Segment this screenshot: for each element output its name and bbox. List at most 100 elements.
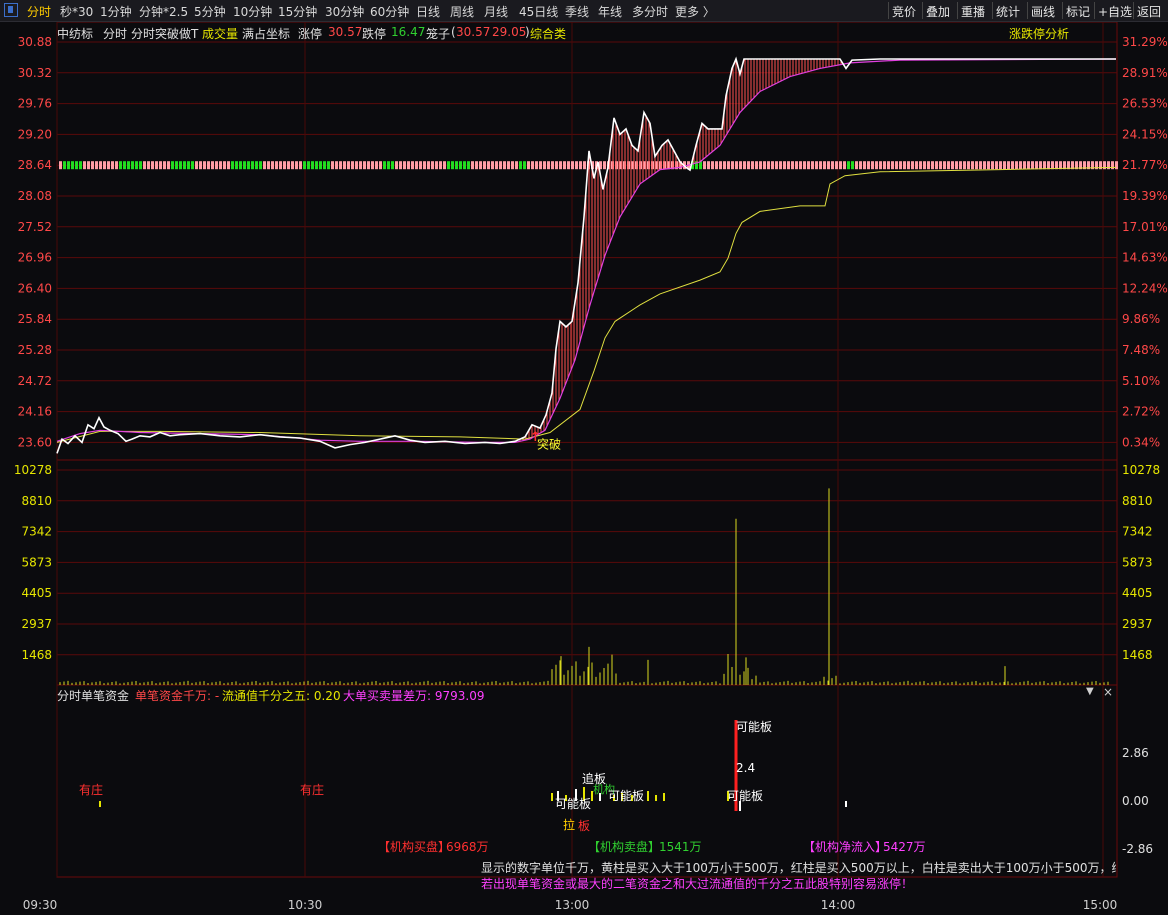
limit-band-tick — [823, 161, 826, 170]
limit-band-tick — [1019, 161, 1022, 170]
limit-band-tick — [883, 161, 886, 170]
period-tab[interactable]: 分时 — [27, 3, 51, 20]
cage-open-paren: ( — [451, 25, 456, 39]
limit-band-tick — [903, 161, 906, 170]
toolbar-button[interactable]: 画线 — [1031, 3, 1055, 20]
limit-band-tick — [963, 161, 966, 170]
period-tab[interactable]: 日线 — [416, 3, 440, 20]
fund-panel-item-2: 流通值千分之五: 0.20 — [222, 689, 341, 703]
limit-band-tick — [759, 161, 762, 170]
period-tab[interactable]: 月线 — [484, 3, 508, 20]
pct-tick-label: 5.10% — [1122, 374, 1160, 388]
indicator-name[interactable]: 分时 — [103, 25, 127, 42]
limit-band-tick — [559, 161, 562, 170]
limit-band-tick — [367, 161, 370, 170]
panel-close-icon[interactable]: × — [1103, 685, 1113, 699]
volume-tick-label-right: 5873 — [1122, 555, 1153, 569]
limit-band-tick — [123, 161, 126, 170]
inst-sell-value: 1541万 — [659, 840, 702, 854]
limit-band-tick — [835, 161, 838, 170]
period-tab[interactable]: 30分钟 — [325, 3, 364, 20]
price-tick-label: 29.76 — [18, 97, 52, 111]
toolbar-button[interactable]: 竞价 — [892, 3, 916, 20]
pct-tick-label: 14.63% — [1122, 251, 1168, 265]
limit-band-tick — [255, 161, 258, 170]
limit-down-label: 跌停 — [362, 27, 387, 41]
limit-band-tick — [1003, 161, 1006, 170]
limit-band-tick — [787, 161, 790, 170]
limit-band-tick — [751, 161, 754, 170]
panel-menu-icon[interactable]: ▼ — [1086, 686, 1094, 697]
limit-band-tick — [895, 161, 898, 170]
limit-band-tick — [247, 161, 250, 170]
limit-band-tick — [519, 161, 522, 170]
toolbar-button[interactable]: 统计 — [996, 3, 1020, 20]
annotation-ban: 板 — [578, 819, 590, 833]
period-tab[interactable]: 45日线 — [519, 3, 558, 20]
limit-band-tick — [223, 161, 226, 170]
panel-toggle-icon[interactable] — [4, 3, 18, 17]
limit-band-tick — [63, 161, 66, 170]
volume-tick-label: 10278 — [14, 463, 52, 477]
limit-band-tick — [1055, 161, 1058, 170]
limit-band-tick — [863, 161, 866, 170]
limit-band-tick — [423, 161, 426, 170]
limit-band-tick — [723, 161, 726, 170]
period-tab[interactable]: 15分钟 — [278, 3, 317, 20]
volume-tick-label-right: 2937 — [1122, 617, 1153, 631]
limit-band-tick — [543, 161, 546, 170]
limit-up-label: 涨停 — [298, 27, 323, 41]
toolbar-divider — [992, 2, 993, 19]
period-tab[interactable]: 年线 — [598, 3, 622, 20]
time-tick-label: 14:00 — [821, 898, 856, 912]
period-tab[interactable]: 5分钟 — [194, 3, 226, 20]
formula-name[interactable]: 分时突破做T — [131, 25, 198, 42]
limit-band-tick — [935, 161, 938, 170]
coord-mode-label[interactable]: 满占坐标 — [242, 25, 290, 42]
fund-axis-label: 2.86 — [1122, 746, 1149, 760]
toolbar-button[interactable]: +自选 — [1098, 3, 1132, 20]
limit-band-tick — [231, 161, 234, 170]
limit-band-tick — [407, 161, 410, 170]
limit-band-tick — [491, 161, 494, 170]
period-tab[interactable]: 1分钟 — [100, 3, 132, 20]
annotation-youzhuang: 有庄 — [300, 782, 324, 797]
limit-band-tick — [291, 161, 294, 170]
limit-band-tick — [507, 161, 510, 170]
limit-band-tick — [763, 161, 766, 170]
limit-band-tick — [159, 161, 162, 170]
price-tick-label: 30.32 — [18, 66, 52, 80]
limit-band-tick — [447, 161, 450, 170]
limit-band-tick — [403, 161, 406, 170]
limit-band-tick — [803, 161, 806, 170]
period-tab[interactable]: 秒*30 — [60, 3, 93, 20]
toolbar-button[interactable]: 重播 — [961, 3, 985, 20]
limit-band-tick — [119, 161, 122, 170]
limit-band-tick — [603, 161, 606, 170]
limit-band-tick — [743, 161, 746, 170]
volume-tick-label-right: 8810 — [1122, 494, 1153, 508]
limit-band-tick — [711, 161, 714, 170]
toolbar-button[interactable]: 标记 — [1066, 3, 1090, 20]
limit-band-tick — [111, 161, 114, 170]
limit-analysis-button[interactable]: 涨跌停分析 — [1009, 25, 1069, 42]
limit-band-tick — [891, 161, 894, 170]
period-tab[interactable]: 分钟*2.5 — [139, 3, 188, 20]
limit-band-tick — [315, 161, 318, 170]
period-tab[interactable]: 10分钟 — [233, 3, 272, 20]
toolbar-button[interactable]: 返回 — [1137, 3, 1161, 20]
chart-frame — [56, 21, 1118, 878]
limit-band-tick — [731, 161, 734, 170]
limit-band-tick — [1035, 161, 1038, 170]
limit-band-tick — [335, 161, 338, 170]
period-tab[interactable]: 季线 — [565, 3, 589, 20]
limit-band-tick — [843, 161, 846, 170]
period-tab[interactable]: 多分时 — [632, 3, 668, 20]
period-tab[interactable]: 更多 〉 — [675, 3, 715, 20]
toolbar-button[interactable]: 叠加 — [926, 3, 950, 20]
period-tab[interactable]: 周线 — [450, 3, 474, 20]
limit-band-tick — [71, 161, 74, 170]
price-tick-label: 24.16 — [18, 405, 52, 419]
limit-band-tick — [719, 161, 722, 170]
period-tab[interactable]: 60分钟 — [370, 3, 409, 20]
